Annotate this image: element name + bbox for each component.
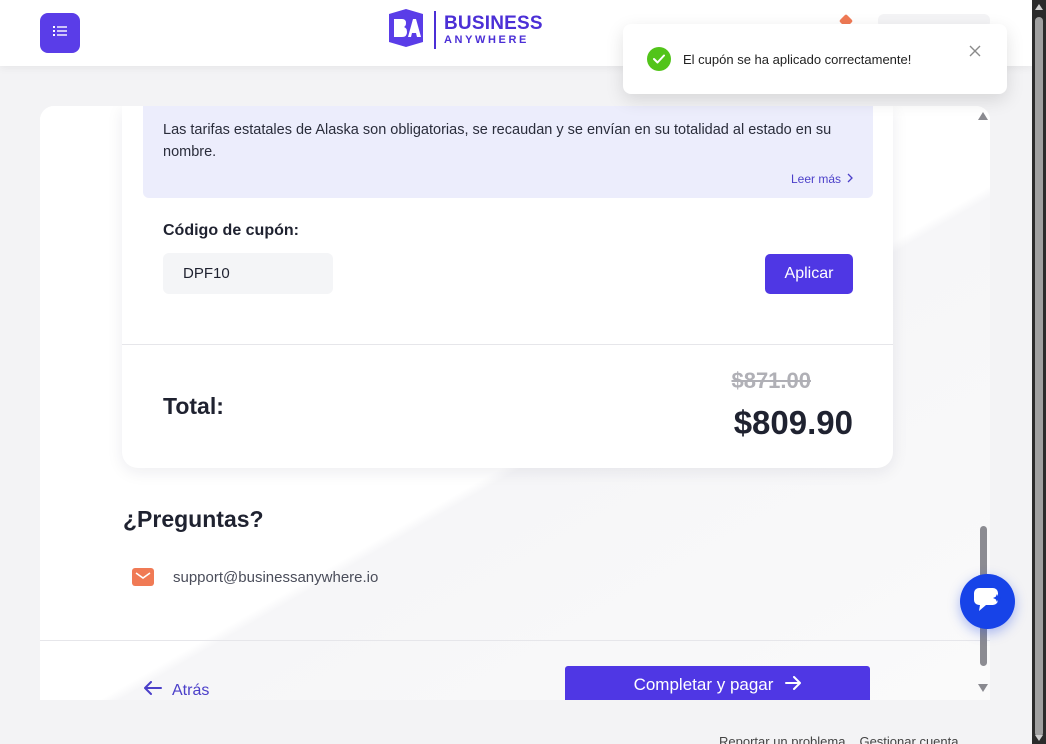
footer-links: Reportar un problema Gestionar cuenta [719,734,958,744]
business-anywhere-logo[interactable]: BUSINESS ANYWHERE [386,8,543,53]
logo-line-1: BUSINESS [444,13,543,34]
state-fees-info: Las tarifas estatales de Alaska son obli… [143,106,873,198]
arrow-left-icon [144,681,162,700]
support-email-row[interactable]: support@businessanywhere.io [132,568,378,586]
logo-line-2: ANYWHERE [444,34,529,46]
back-button[interactable]: Atrás [144,681,209,700]
back-label: Atrás [172,681,210,699]
scroll-down-arrow[interactable] [978,684,988,692]
close-icon[interactable] [967,43,983,59]
chat-widget-button[interactable] [960,574,1015,629]
scroll-up-arrow[interactable] [978,112,988,120]
report-problem-link[interactable]: Reportar un problema [719,734,845,744]
logo-mark-icon [386,8,426,53]
pay-label: Completar y pagar [633,675,774,694]
window-scrollbar-thumb[interactable] [1035,17,1043,737]
total-label: Total: [163,393,224,419]
read-more-link[interactable]: Leer más [791,172,853,186]
complete-and-pay-button[interactable]: Completar y pagar [565,666,870,700]
chat-icon [973,586,1003,617]
read-more-label: Leer más [790,172,841,186]
arrow-right-icon [785,675,802,695]
logo-text: BUSINESS ANYWHERE [444,14,543,46]
logo-divider [434,11,436,49]
window-scroll-down-arrow[interactable] [1035,735,1043,741]
coupon-input[interactable] [163,253,333,294]
divider [122,344,893,345]
list-icon [53,24,67,42]
mail-icon [132,568,154,586]
toast-message: El cupón se ha aplicado correctamente! [683,51,912,67]
coupon-label: Código de cupón: [163,222,299,239]
window-scroll-up-arrow[interactable] [1035,4,1043,10]
info-text: Las tarifas estatales de Alaska son obli… [163,122,832,160]
divider [40,640,990,641]
check-circle-icon [647,47,671,71]
manage-account-link[interactable]: Gestionar cuenta [859,734,958,744]
final-price: $809.90 [733,404,853,441]
questions-heading: ¿Preguntas? [123,506,264,532]
apply-coupon-button[interactable]: Aplicar [765,254,853,294]
success-toast: El cupón se ha aplicado correctamente! [623,24,1007,94]
order-summary-card: Las tarifas estatales de Alaska son obli… [122,106,893,468]
support-email[interactable]: support@businessanywhere.io [173,569,378,586]
original-price: $871.00 [731,368,811,393]
checkout-panel: Las tarifas estatales de Alaska son obli… [40,106,990,700]
menu-button[interactable] [40,13,80,53]
chevron-right-icon [847,172,853,186]
